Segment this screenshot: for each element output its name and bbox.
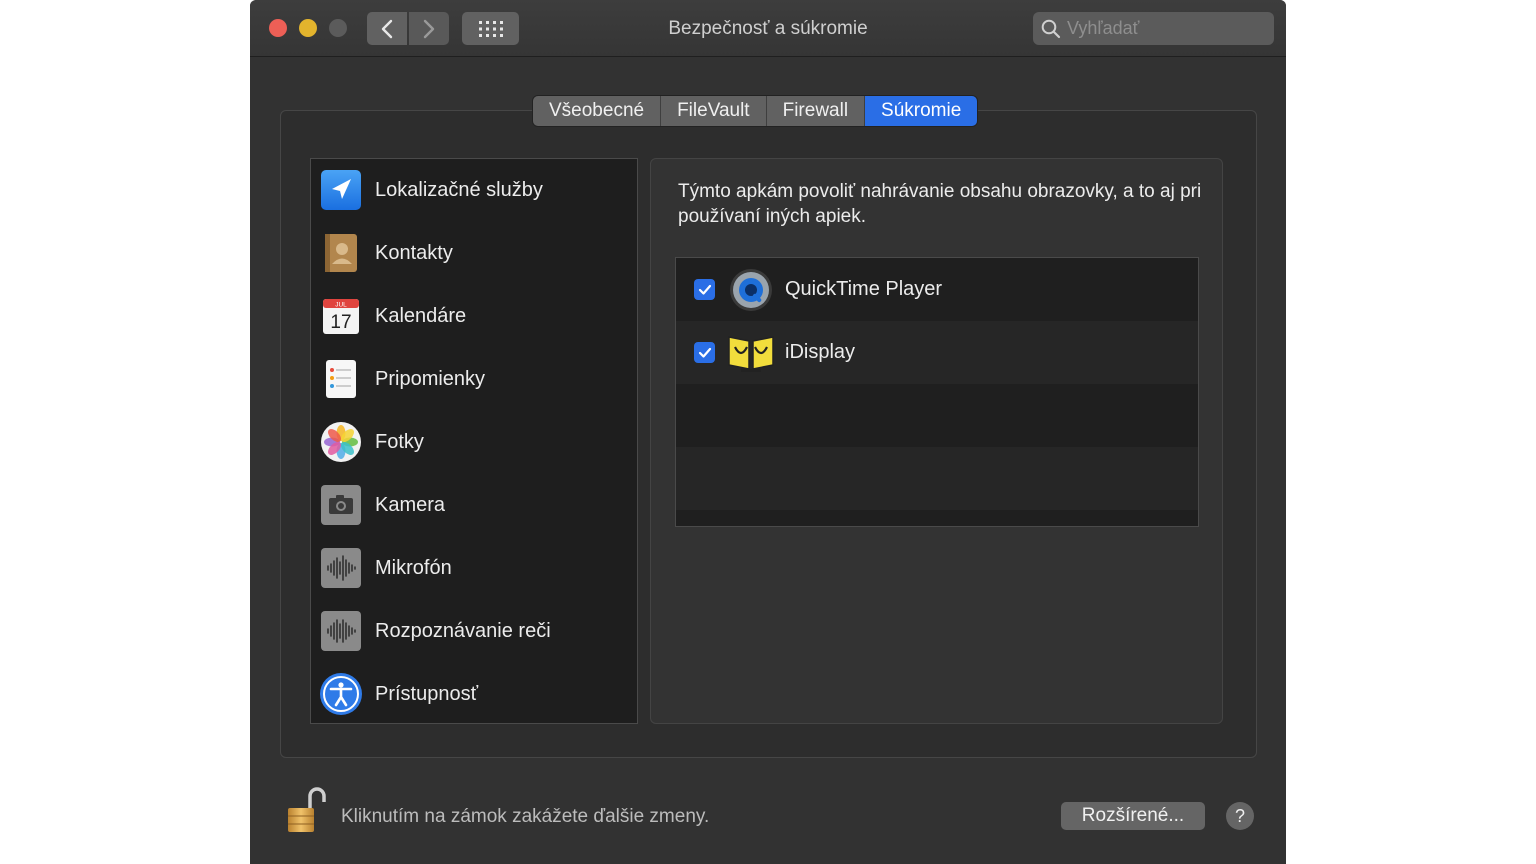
app-permission-list: QuickTime Player iDisplay xyxy=(675,257,1199,527)
checkmark-icon xyxy=(698,347,711,358)
title-bar: Bezpečnosť a súkromie xyxy=(250,0,1286,57)
list-item-idisplay: iDisplay xyxy=(676,321,1198,384)
grid-icon xyxy=(478,20,503,37)
sidebar-item-camera[interactable]: Kamera xyxy=(311,477,637,533)
microphone-waveform-icon xyxy=(319,546,363,590)
reminders-list-icon xyxy=(319,357,363,401)
show-all-button[interactable] xyxy=(462,12,519,45)
sidebar-item-label: Pripomienky xyxy=(375,367,486,390)
zoom-button[interactable] xyxy=(329,19,347,37)
empty-row xyxy=(676,384,1198,447)
privacy-detail-pane: Týmto apkám povoliť nahrávanie obsahu ob… xyxy=(650,158,1223,724)
sidebar-item-accessibility[interactable]: Prístupnosť xyxy=(311,666,637,722)
lock-hint-text: Kliknutím na zámok zakážete ďalšie zmeny… xyxy=(341,806,710,827)
app-name: iDisplay xyxy=(785,341,856,363)
privacy-category-list: Lokalizačné služby Kontakty JUL 17 Kalend… xyxy=(310,158,638,724)
sidebar-item-reminders[interactable]: Pripomienky xyxy=(311,351,637,407)
speech-waveform-icon xyxy=(319,609,363,653)
checkmark-icon xyxy=(698,284,711,295)
back-button[interactable] xyxy=(367,12,407,45)
sidebar-item-label: Lokalizačné služby xyxy=(375,178,543,201)
idisplay-icon xyxy=(727,329,775,377)
help-button[interactable]: ? xyxy=(1226,802,1254,830)
close-button[interactable] xyxy=(269,19,287,37)
sidebar-item-label: Mikrofón xyxy=(375,556,452,579)
calendar-month: JUL xyxy=(335,302,347,309)
tab-bar: Všeobecné FileVault Firewall Súkromie xyxy=(533,96,978,126)
forward-button[interactable] xyxy=(409,12,449,45)
photos-flower-icon xyxy=(319,420,363,464)
quicktime-checkbox[interactable] xyxy=(694,279,715,300)
search-field[interactable] xyxy=(1033,12,1274,45)
permission-description: Týmto apkám povoliť nahrávanie obsahu ob… xyxy=(678,181,1202,227)
sidebar-item-microphone[interactable]: Mikrofón xyxy=(311,540,637,596)
advanced-button[interactable]: Rozšírené... xyxy=(1061,802,1205,830)
minimize-button[interactable] xyxy=(299,19,317,37)
empty-row xyxy=(676,447,1198,510)
sidebar-item-location-services[interactable]: Lokalizačné služby xyxy=(311,162,637,218)
chevron-right-icon xyxy=(423,19,435,38)
unlocked-padlock-icon xyxy=(288,787,326,832)
calendar-day: 17 xyxy=(330,312,351,333)
tab-general[interactable]: Všeobecné xyxy=(533,96,662,126)
accessibility-person-icon xyxy=(319,672,363,716)
sidebar-item-calendars[interactable]: JUL 17 Kalendáre xyxy=(311,288,637,344)
app-name: QuickTime Player xyxy=(785,278,943,300)
sidebar-item-label: Kalendáre xyxy=(375,304,467,327)
camera-icon xyxy=(319,483,363,527)
list-item-quicktime: QuickTime Player xyxy=(676,258,1198,321)
idisplay-checkbox[interactable] xyxy=(694,342,715,363)
preferences-window: Bezpečnosť a súkromie Všeobecné FileVaul… xyxy=(250,0,1286,864)
search-icon xyxy=(1041,19,1061,38)
contacts-book-icon xyxy=(319,231,363,275)
sidebar-item-label: Rozpoznávanie reči xyxy=(375,619,551,642)
chevron-left-icon xyxy=(381,19,393,38)
lock-button[interactable] xyxy=(286,784,326,834)
tab-firewall[interactable]: Firewall xyxy=(766,96,866,126)
search-input[interactable] xyxy=(1067,18,1257,39)
tab-filevault[interactable]: FileVault xyxy=(661,96,767,126)
calendar-icon: JUL 17 xyxy=(319,294,363,338)
tab-privacy[interactable]: Súkromie xyxy=(865,96,978,126)
quicktime-icon xyxy=(727,266,775,314)
location-arrow-icon xyxy=(319,168,363,212)
sidebar-item-label: Kontakty xyxy=(375,241,453,264)
sidebar-item-photos[interactable]: Fotky xyxy=(311,414,637,470)
sidebar-item-label: Fotky xyxy=(375,430,424,453)
window-title: Bezpečnosť a súkromie xyxy=(668,18,868,39)
sidebar-item-label: Kamera xyxy=(375,493,446,516)
sidebar-item-speech-recognition[interactable]: Rozpoznávanie reči xyxy=(311,603,637,659)
sidebar-item-label: Prístupnosť xyxy=(375,682,479,705)
sidebar-item-contacts[interactable]: Kontakty xyxy=(311,225,637,281)
